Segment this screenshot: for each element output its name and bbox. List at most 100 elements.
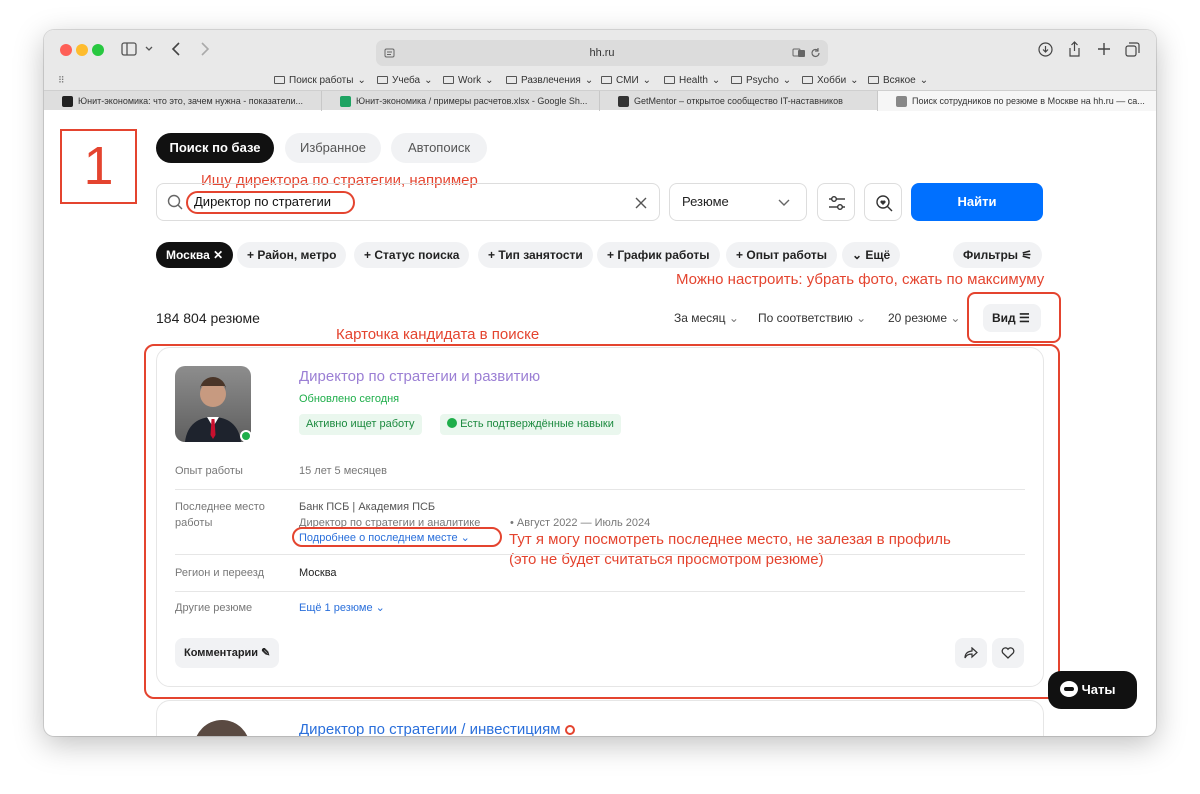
bookmark-folder[interactable]: Work ⌄: [443, 72, 494, 88]
chip-schedule[interactable]: + График работы: [597, 242, 720, 268]
comments-button[interactable]: Комментарии ✎: [175, 638, 280, 668]
browser-tab[interactable]: GetMentor – открытое сообщество IT-наста…: [600, 91, 878, 111]
tab-bar: Юнит-экономика: что это, зачем нужна - п…: [44, 90, 1156, 111]
folder-icon: [664, 76, 675, 84]
tab-favorites[interactable]: Избранное: [285, 133, 381, 163]
bookmark-folder[interactable]: Health ⌄: [664, 72, 720, 88]
chip-more[interactable]: ⌄ Ещё: [842, 242, 901, 268]
heart-icon: [1001, 647, 1015, 659]
share-icon[interactable]: [1068, 41, 1081, 57]
bookmark-folder[interactable]: Psycho ⌄: [731, 72, 791, 88]
close-icon[interactable]: ✕: [213, 248, 223, 262]
saved-search-button[interactable]: [864, 183, 902, 221]
folder-icon: [802, 76, 813, 84]
apps-grid-icon[interactable]: ⠿: [58, 75, 65, 86]
last-period: • Август 2022 — Июль 2024: [510, 517, 651, 529]
tab-search-base[interactable]: Поиск по базе: [156, 133, 274, 163]
bookmark-folder[interactable]: Учеба ⌄: [377, 72, 432, 88]
annotation-view-note: Можно настроить: убрать фото, сжать по м…: [676, 271, 1045, 288]
tab-autosearch[interactable]: Автопоиск: [391, 133, 487, 163]
back-icon[interactable]: [171, 42, 181, 56]
address-bar[interactable]: hh.ru: [376, 40, 828, 66]
downloads-icon[interactable]: [1038, 42, 1053, 57]
bookmark-label: Хобби: [817, 74, 847, 86]
chevron-down-icon: [778, 199, 790, 206]
filters-button[interactable]: Фильтры ⚟: [953, 242, 1043, 268]
reload-icon[interactable]: [810, 47, 821, 59]
chip-district[interactable]: + Район, метро: [237, 242, 347, 268]
chats-button[interactable]: Чаты: [1048, 671, 1137, 709]
minimize-window-button[interactable]: [76, 44, 88, 56]
folder-icon: [377, 76, 388, 84]
annotation-number: 1: [60, 129, 137, 204]
bookmark-label: Поиск работы: [289, 74, 354, 86]
tab-title: Юнит-экономика / примеры расчетов.xlsx -…: [356, 96, 588, 106]
favorite-button[interactable]: [992, 638, 1024, 668]
bookmark-folder[interactable]: Развлечения ⌄: [506, 72, 593, 88]
folder-icon: [868, 76, 879, 84]
chip-experience[interactable]: + Опыт работы: [726, 242, 837, 268]
browser-tab[interactable]: Юнит-экономика: что это, зачем нужна - п…: [44, 91, 322, 111]
per-page-select[interactable]: 20 резюме ⌄: [888, 311, 960, 325]
browser-window: hh.ru ⠿ Поиск работы ⌄ Учеба ⌄ Work ⌄ Развл…: [44, 30, 1156, 736]
chip-search-status[interactable]: + Статус поиска: [354, 242, 470, 268]
find-button[interactable]: Найти: [911, 183, 1043, 221]
bookmark-folder[interactable]: Поиск работы ⌄: [274, 72, 366, 88]
candidate-card-2[interactable]: [156, 700, 1044, 736]
avatar-photo: [185, 377, 241, 442]
bookmark-label: Health: [679, 74, 708, 86]
forward-icon[interactable]: [200, 42, 210, 56]
translate-icon[interactable]: [792, 48, 806, 58]
plus-icon: +: [607, 248, 615, 262]
chip-city[interactable]: Москва ✕: [156, 242, 234, 268]
experience-label: Опыт работы: [175, 465, 243, 477]
tab-title: GetMentor – открытое сообщество IT-наста…: [634, 96, 843, 106]
sort-select[interactable]: По соответствию ⌄: [758, 311, 866, 325]
browser-tab[interactable]: Юнит-экономика / примеры расчетов.xlsx -…: [322, 91, 600, 111]
last-place-label: Последнее место работы: [175, 501, 265, 529]
bookmark-folder[interactable]: Всякое ⌄: [868, 72, 928, 88]
tab-title: Юнит-экономика: что это, зачем нужна - п…: [78, 96, 304, 106]
other-resumes-link[interactable]: Ещё 1 резюме ⌄: [299, 600, 385, 616]
close-window-button[interactable]: [60, 44, 72, 56]
divider: [175, 554, 1025, 555]
plus-icon: +: [364, 248, 372, 262]
region-label: Регион и переезд: [175, 567, 264, 579]
chip-employment[interactable]: + Тип занятости: [478, 242, 593, 268]
other-resumes-label: Другие резюме: [175, 602, 253, 614]
page-menu-icon[interactable]: [384, 48, 395, 58]
chevron-down-icon: ⌄: [950, 311, 961, 325]
annotation-search-highlight: [186, 191, 355, 214]
avatar[interactable]: [175, 366, 251, 442]
candidate-title-link[interactable]: Директор по стратегии и развитию: [299, 368, 540, 385]
share-arrow-icon: [964, 647, 978, 659]
online-indicator: [240, 430, 252, 442]
divider: [175, 591, 1025, 592]
new-tab-icon[interactable]: [1097, 42, 1111, 56]
clear-icon[interactable]: [635, 197, 647, 209]
bookmark-label: Учеба: [392, 74, 421, 86]
zoom-window-button[interactable]: [92, 44, 104, 56]
folder-icon: [443, 76, 454, 84]
sidebar-icon[interactable]: [121, 42, 137, 56]
browser-tab-active[interactable]: Поиск сотрудников по резюме в Москве на …: [878, 91, 1156, 111]
chevron-down-icon: ⌄: [375, 602, 385, 614]
bookmark-label: Work: [458, 74, 482, 86]
chevron-down-icon: ⌄: [728, 311, 739, 325]
bookmark-label: Всякое: [883, 74, 916, 86]
advanced-search-button[interactable]: [817, 183, 855, 221]
bookmark-folder[interactable]: СМИ ⌄: [601, 72, 651, 88]
folder-icon: [506, 76, 517, 84]
annotation-card-note: Карточка кандидата в поиске: [336, 326, 540, 343]
annotation-view-highlight: [967, 292, 1061, 343]
bookmark-folder[interactable]: Хобби ⌄: [802, 72, 859, 88]
search-type-value: Резюме: [682, 194, 729, 209]
candidate-title-link-2[interactable]: Директор по стратегии / инвестициям: [299, 721, 575, 736]
chevron-down-icon[interactable]: [145, 46, 153, 52]
badge-verified-skills: Есть подтверждённые навыки: [440, 414, 621, 435]
screenshot: hh.ru ⠿ Поиск работы ⌄ Учеба ⌄ Work ⌄ Развл…: [0, 0, 1200, 794]
tab-overview-icon[interactable]: [1125, 42, 1140, 57]
search-type-select[interactable]: Резюме: [669, 183, 807, 221]
share-button[interactable]: [955, 638, 987, 668]
period-select[interactable]: За месяц ⌄: [674, 311, 739, 325]
